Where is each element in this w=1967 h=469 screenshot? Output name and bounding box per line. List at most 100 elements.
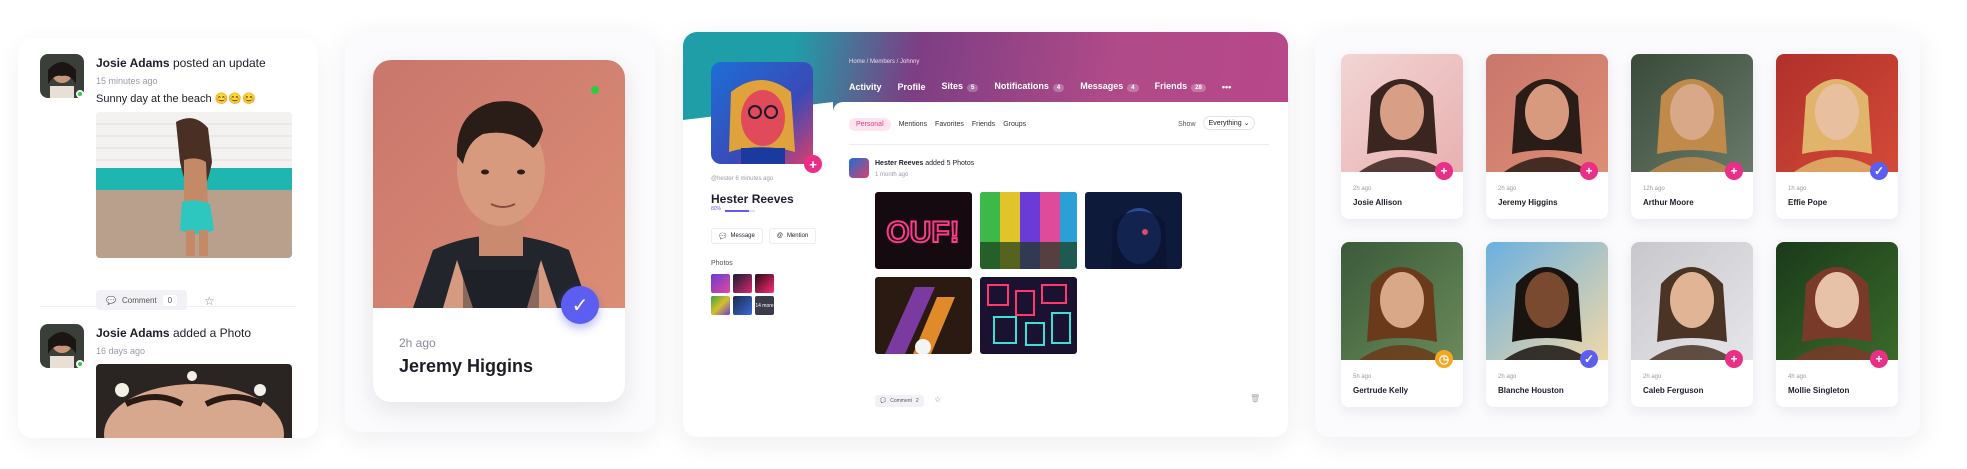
add-friend-button[interactable]: + (1725, 350, 1743, 368)
mention-label: Mention (786, 233, 809, 239)
member-name[interactable]: Jeremy Higgins (399, 356, 533, 377)
filter-select[interactable]: Everything ⌄ (1203, 116, 1255, 130)
member-card[interactable]: +12h ago Arthur Moore (1631, 54, 1753, 219)
tab-count-badge: 5 (967, 84, 979, 92)
comment-count: 2 (915, 398, 919, 404)
feed-text: Sunny day at the beach 😊😊😊 (96, 92, 256, 105)
add-friend-button[interactable]: + (1725, 162, 1743, 180)
member-time: 2h ago (1643, 374, 1662, 380)
member-card[interactable]: +4h ago Mollie Singleton (1776, 242, 1898, 407)
member-photo[interactable] (1486, 242, 1608, 360)
member-photo[interactable] (1486, 54, 1608, 172)
member-time: 1h ago (1788, 186, 1807, 192)
comment-icon: 💬 (106, 295, 116, 305)
member-name[interactable]: Blanche Houston (1498, 386, 1564, 395)
add-friend-button[interactable]: + (1870, 350, 1888, 368)
subtab-personal[interactable]: Personal (849, 118, 891, 131)
clock-icon[interactable]: ◷ (1435, 350, 1453, 368)
more-photos-tile[interactable]: 14 more (755, 296, 774, 315)
trash-icon[interactable]: 🗑 (1250, 394, 1260, 403)
member-name[interactable]: Jeremy Higgins (1498, 198, 1558, 207)
divider (40, 306, 296, 307)
member-photo[interactable] (1341, 54, 1463, 172)
subtab-friends[interactable]: Friends (972, 121, 995, 128)
member-time: 4h ago (1788, 374, 1807, 380)
member-card[interactable]: +2h ago Jeremy Higgins (1486, 54, 1608, 219)
subtab-groups[interactable]: Groups (1003, 121, 1026, 128)
member-card[interactable]: +2h ago Josie Allison (1341, 54, 1463, 219)
member-card[interactable]: ◷ 5h ago Gertrude Kelly (1341, 242, 1463, 407)
message-icon: 💬 (719, 233, 727, 240)
avatar[interactable] (849, 158, 869, 178)
subtab-favorites[interactable]: Favorites (935, 121, 964, 128)
member-photo[interactable] (1776, 242, 1898, 360)
breadcrumb[interactable]: Home / Members / Johnny (849, 59, 919, 65)
feed-text-content: Sunny day at the beach (96, 93, 212, 105)
tab-activity[interactable]: Activity (849, 82, 882, 92)
activity-content: Personal Mentions Favorites Friends Grou… (833, 102, 1288, 437)
star-icon[interactable]: ☆ (934, 395, 941, 404)
profile-panel: + Home / Members / Johnny Activity Profi… (683, 32, 1288, 437)
photo-thumb[interactable] (733, 296, 752, 315)
tab-friends[interactable]: Friends 28 (1155, 81, 1206, 92)
add-friend-button[interactable]: + (1435, 162, 1453, 180)
check-icon[interactable]: ✓ (561, 286, 599, 324)
feed-header: Josie Adams added a Photo (96, 326, 251, 340)
comment-button[interactable]: 💬 Comment 2 (875, 395, 924, 407)
feed-photo[interactable] (96, 364, 292, 438)
member-name[interactable]: Arthur Moore (1643, 198, 1694, 207)
member-card[interactable]: ✓ 2h ago Blanche Houston (1486, 242, 1608, 407)
author-link[interactable]: Josie Adams (96, 56, 170, 70)
emoji-reaction: 😊😊😊 (214, 93, 256, 105)
tab-label: Activity (849, 81, 882, 92)
feed-photo[interactable] (96, 112, 292, 258)
member-photo[interactable] (1631, 242, 1753, 360)
member-card[interactable]: +2h ago Caleb Ferguson (1631, 242, 1753, 407)
member-photo[interactable] (1776, 54, 1898, 172)
tab-sites[interactable]: Sites 5 (942, 81, 979, 92)
photo-thumb[interactable] (733, 274, 752, 293)
more-options-icon[interactable]: ••• (1222, 82, 1231, 92)
check-icon[interactable]: ✓ (1870, 162, 1888, 180)
author-link[interactable]: Hester Reeves (875, 160, 923, 167)
divider (849, 144, 1269, 145)
member-time: 5h ago (1353, 374, 1372, 380)
member-name[interactable]: Gertrude Kelly (1353, 386, 1408, 395)
member-card[interactable]: ✓ 2h ago Jeremy Higgins (373, 60, 625, 402)
add-friend-button[interactable]: + (1580, 162, 1598, 180)
member-card[interactable]: ✓ 1h ago Effie Pope (1776, 54, 1898, 219)
author-link[interactable]: Josie Adams (96, 326, 170, 340)
profile-avatar[interactable] (711, 62, 813, 164)
check-icon[interactable]: ✓ (1580, 350, 1598, 368)
photo-thumb[interactable] (755, 274, 774, 293)
photo-thumb[interactable] (711, 274, 730, 293)
gallery-photo[interactable]: OUF! (875, 192, 972, 269)
gallery-photo[interactable] (980, 192, 1077, 269)
member-photo[interactable] (373, 60, 625, 308)
member-name[interactable]: Effie Pope (1788, 198, 1827, 207)
subtab-mentions[interactable]: Mentions (899, 121, 927, 128)
tab-messages[interactable]: Messages 4 (1080, 81, 1139, 92)
member-name[interactable]: Caleb Ferguson (1643, 386, 1703, 395)
gallery-photo[interactable] (980, 277, 1077, 354)
tab-label: Sites (941, 81, 964, 91)
post-action: added 5 Photos (925, 160, 975, 167)
member-photo[interactable] (1341, 242, 1463, 360)
gallery-photo[interactable] (875, 277, 972, 354)
member-name[interactable]: Josie Allison (1353, 198, 1402, 207)
mention-button[interactable]: @ Mention (768, 228, 817, 244)
member-photo[interactable] (1631, 54, 1753, 172)
profile-name: Hester Reeves (711, 192, 794, 206)
gallery-photo[interactable] (1085, 192, 1182, 269)
photo-thumb[interactable] (711, 296, 730, 315)
member-name[interactable]: Mollie Singleton (1788, 386, 1849, 395)
add-friend-button[interactable]: + (804, 155, 822, 173)
message-label: Message (730, 233, 755, 239)
user-summary: @hester 6 minutes ago Hester Reeves 80% … (711, 176, 821, 315)
comment-button[interactable]: 💬 Comment 0 (96, 290, 188, 310)
tab-profile[interactable]: Profile (898, 82, 926, 92)
photo-thumbnails: 14 more (711, 274, 774, 315)
message-button[interactable]: 💬 Message (711, 228, 763, 244)
tab-notifications[interactable]: Notifications 4 (994, 81, 1065, 92)
profile-actions: 💬 Message @ Mention (711, 228, 817, 244)
